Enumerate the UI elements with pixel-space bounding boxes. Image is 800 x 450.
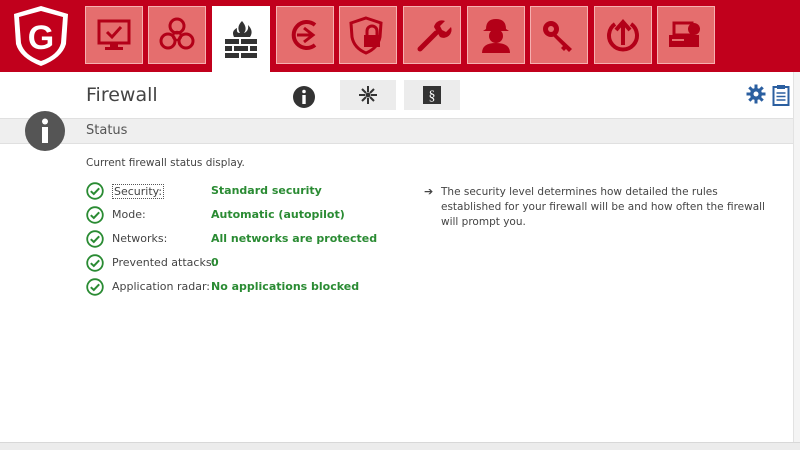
status-info-icon xyxy=(293,86,315,108)
network-icon xyxy=(359,86,377,104)
password-manager-icon xyxy=(349,16,383,55)
status-description: Current firewall status display. xyxy=(86,157,245,169)
check-circle-icon xyxy=(86,278,104,296)
module-autostart-button[interactable] xyxy=(594,6,652,64)
tab-rulesets[interactable]: § xyxy=(404,80,460,110)
help-hint-text: The security level determines how detail… xyxy=(441,186,765,228)
firewall-icon xyxy=(225,21,257,58)
device-control-icon xyxy=(669,21,700,47)
gdata-logo[interactable]: G xyxy=(8,4,74,68)
module-virus-button[interactable] xyxy=(148,6,206,64)
bottom-status-bar xyxy=(0,442,800,450)
info-icon xyxy=(26,112,64,150)
status-row-prevented-attacks: Prevented attacks: 0 xyxy=(86,254,416,274)
status-monitor-icon xyxy=(97,19,131,50)
parental-controls-icon xyxy=(482,19,510,53)
status-row-security: Security: Standard security xyxy=(86,182,416,202)
svg-text:§: § xyxy=(429,89,436,104)
status-label[interactable]: Security: xyxy=(112,184,165,199)
check-circle-icon xyxy=(86,254,104,272)
check-circle-icon xyxy=(86,182,104,200)
check-circle-icon xyxy=(86,230,104,248)
module-toolbar: G xyxy=(0,0,800,72)
biohazard-icon xyxy=(159,17,195,50)
module-password-button[interactable] xyxy=(339,6,397,64)
module-firewall-button[interactable] xyxy=(212,6,270,72)
status-value: Standard security xyxy=(211,184,322,197)
clipboard-icon xyxy=(772,85,790,106)
autostart-manager-icon xyxy=(607,18,639,52)
arrow-right-icon: ➔ xyxy=(424,185,434,198)
module-encryption-button[interactable] xyxy=(530,6,588,64)
gear-icon xyxy=(746,84,766,104)
tuner-icon xyxy=(417,20,452,52)
status-label[interactable]: Prevented attacks: xyxy=(112,256,215,269)
backup-icon xyxy=(291,20,317,50)
module-device-button[interactable] xyxy=(657,6,715,64)
protocol-button[interactable] xyxy=(772,84,792,106)
svg-text:G: G xyxy=(28,19,54,57)
status-row-application-radar: Application radar: No applications block… xyxy=(86,278,416,298)
encryption-key-icon xyxy=(543,21,572,52)
settings-gear-button[interactable] xyxy=(746,84,766,106)
section-title: Status xyxy=(86,123,128,138)
module-status-button[interactable] xyxy=(85,6,143,64)
scrollbar-track[interactable] xyxy=(793,72,800,442)
status-value: Automatic (autopilot) xyxy=(211,208,345,221)
status-value: No applications blocked xyxy=(211,280,360,293)
tab-networks[interactable] xyxy=(340,80,396,110)
status-value: All networks are protected xyxy=(211,232,378,245)
status-label[interactable]: Networks: xyxy=(112,232,167,245)
status-label[interactable]: Application radar: xyxy=(112,280,210,293)
status-row-mode: Mode: Automatic (autopilot) xyxy=(86,206,416,226)
module-parental-button[interactable] xyxy=(467,6,525,64)
check-circle-icon xyxy=(86,206,104,224)
ruleset-icon: § xyxy=(423,86,441,104)
status-label[interactable]: Mode: xyxy=(112,208,146,221)
status-row-networks: Networks: All networks are protected xyxy=(86,230,416,250)
page-title: Firewall xyxy=(86,84,158,106)
tab-status[interactable] xyxy=(276,78,332,116)
status-info-badge xyxy=(25,111,65,151)
module-tuner-button[interactable] xyxy=(403,6,461,64)
module-backup-button[interactable] xyxy=(276,6,334,64)
status-value: 0 xyxy=(211,256,219,269)
